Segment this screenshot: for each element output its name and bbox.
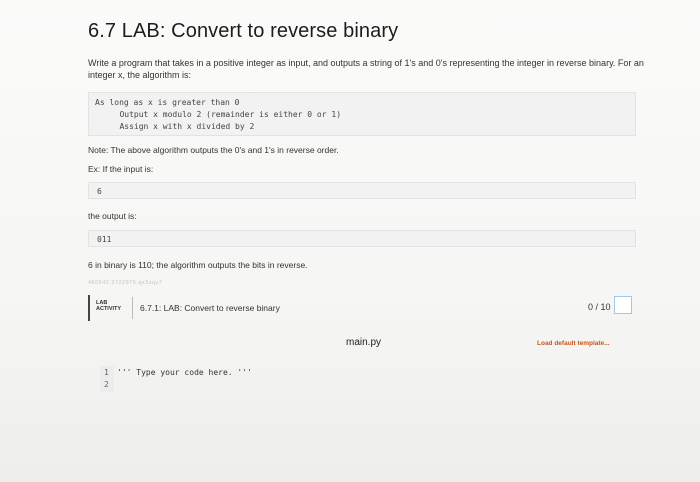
- explanation-text: 6 in binary is 110; the algorithm output…: [88, 260, 308, 270]
- page-title: 6.7 LAB: Convert to reverse binary: [88, 20, 399, 42]
- example-output-box: 011: [88, 230, 636, 247]
- lab-activity-label: LAB ACTIVITY: [96, 300, 121, 312]
- completion-checkbox: [614, 296, 632, 314]
- load-default-template-link[interactable]: Load default template...: [537, 340, 610, 347]
- code-line[interactable]: [117, 380, 417, 390]
- line-number: 2: [104, 380, 109, 389]
- note-text: Note: The above algorithm outputs the 0'…: [88, 145, 339, 155]
- code-line[interactable]: ''' Type your code here. ''': [117, 368, 252, 377]
- activity-divider: [132, 297, 133, 319]
- example-intro-text: Ex: If the input is:: [88, 164, 154, 174]
- output-label: the output is:: [88, 211, 137, 221]
- score-text: 0 / 10: [588, 302, 611, 312]
- lab-page: 6.7 LAB: Convert to reverse binary Write…: [0, 0, 700, 482]
- algorithm-line: Output x modulo 2 (remainder is either 0…: [105, 110, 342, 119]
- algorithm-line: Assign x with x divided by 2: [105, 122, 255, 131]
- identifier-stamp: 460642.3722976.qx3zqy7: [88, 280, 163, 286]
- activity-accent-bar: [88, 295, 90, 321]
- example-output-value: 011: [97, 235, 112, 244]
- lab-label-line2: ACTIVITY: [96, 306, 122, 312]
- line-number: 1: [104, 368, 109, 377]
- intro-paragraph: Write a program that takes in a positive…: [88, 58, 644, 80]
- filename-label: main.py: [346, 337, 382, 348]
- example-input-box: 6: [88, 182, 636, 199]
- activity-title: 6.7.1: LAB: Convert to reverse binary: [140, 303, 280, 313]
- algorithm-line: As long as x is greater than 0: [95, 98, 240, 107]
- algorithm-codeblock: As long as x is greater than 0 Output x …: [88, 92, 636, 136]
- example-input-value: 6: [97, 187, 102, 196]
